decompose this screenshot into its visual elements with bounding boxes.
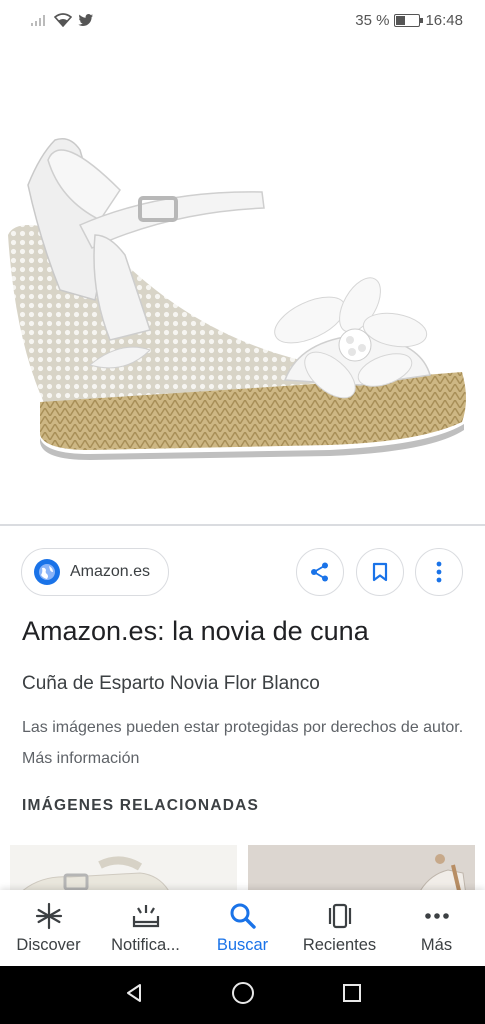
share-icon	[311, 562, 328, 582]
back-icon	[127, 983, 142, 1002]
related-sandal-thumbnail	[10, 845, 237, 895]
status-bar: 35 % 16:48	[0, 0, 485, 40]
signal-icon	[31, 15, 45, 26]
save-button[interactable]	[356, 548, 404, 596]
more-options-button[interactable]	[415, 548, 463, 596]
overview-button[interactable]	[342, 983, 362, 1008]
battery-icon	[394, 13, 424, 27]
more-horiz-icon	[424, 902, 450, 930]
nav-item-search[interactable]: Buscar	[194, 890, 291, 966]
copyright-notice[interactable]: Las imágenes pueden estar protegidas por…	[22, 712, 467, 774]
back-button[interactable]	[123, 982, 145, 1009]
related-sandal-thumbnail	[248, 845, 475, 895]
twitter-icon	[78, 14, 93, 26]
nav-label-notifications: Notifica...	[111, 936, 180, 954]
related-images-heading: IMÁGENES RELACIONADAS	[22, 797, 260, 814]
nav-label-recents: Recientes	[302, 936, 377, 954]
status-icons-left	[30, 13, 94, 27]
recents-icon	[326, 902, 354, 930]
nav-item-recents[interactable]: Recientes	[291, 890, 388, 966]
bookmark-icon	[372, 562, 388, 582]
system-navigation-bar	[0, 966, 485, 1024]
globe-icon	[34, 559, 60, 585]
battery-fill	[396, 15, 405, 25]
nav-item-notifications[interactable]: Notifica...	[97, 890, 194, 966]
result-subtitle: Cuña de Esparto Novia Flor Blanco	[22, 673, 320, 694]
search-icon	[229, 902, 257, 930]
home-button[interactable]	[231, 981, 255, 1010]
result-image[interactable]	[0, 40, 485, 524]
result-title[interactable]: Amazon.es: la novia de cuna	[22, 616, 369, 647]
battery-percentage: 35 %	[355, 11, 390, 29]
more-vert-icon	[436, 561, 442, 583]
divider	[0, 524, 485, 526]
nav-item-more[interactable]: Más	[388, 890, 485, 966]
nav-label-discover: Discover	[16, 936, 81, 954]
status-icons-right: 35 % 16:48	[355, 12, 463, 29]
asterisk-icon	[35, 902, 63, 930]
source-label: Amazon.es	[70, 563, 151, 580]
nav-label-search: Buscar	[216, 936, 269, 954]
bottom-navigation: Discover Notifica... Buscar Recientes Má…	[0, 890, 485, 966]
nav-item-discover[interactable]: Discover	[0, 890, 97, 966]
related-image-1[interactable]	[10, 845, 237, 895]
related-image-2[interactable]	[248, 845, 475, 895]
source-chip[interactable]: Amazon.es	[21, 548, 170, 596]
wedge-sandal-image	[8, 138, 466, 460]
home-icon	[232, 981, 255, 1004]
nav-label-more: Más	[420, 936, 453, 954]
clock: 16:48	[425, 11, 463, 29]
notifications-icon	[131, 902, 161, 930]
share-button[interactable]	[296, 548, 344, 596]
overview-icon	[342, 983, 361, 1002]
wifi-icon	[54, 13, 72, 27]
